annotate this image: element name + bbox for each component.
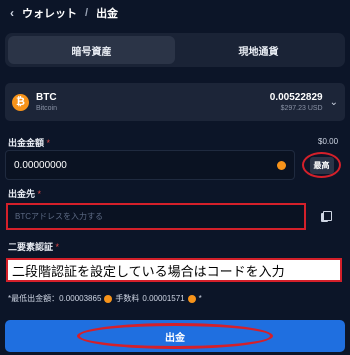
amount-row: 0.00000000 最高 xyxy=(5,150,345,180)
tfa-input[interactable]: 二段階認証を設定している場合はコードを入力 xyxy=(6,258,342,282)
bitcoin-icon: ₿ xyxy=(12,93,29,111)
paste-button[interactable] xyxy=(314,205,336,227)
bitcoin-icon xyxy=(277,160,286,170)
tfa-label-text: 二要素認証 xyxy=(8,242,54,252)
required-mark: * xyxy=(55,242,60,252)
bitcoin-icon xyxy=(187,294,196,303)
coin-name: Bitcoin xyxy=(36,105,58,112)
coin-balance-usd: $297.23 USD xyxy=(280,105,323,112)
address-placeholder: BTCアドレスを入力する xyxy=(15,212,103,221)
max-button[interactable]: 最高 xyxy=(302,152,341,178)
coin-balance: 0.00522829 xyxy=(269,92,323,103)
fee-prefix: *最低出金額： xyxy=(8,294,60,303)
required-mark: * xyxy=(46,138,51,148)
breadcrumb-separator: / xyxy=(85,7,89,19)
amount-input[interactable]: 0.00000000 xyxy=(5,150,295,180)
currency-tabs: 暗号資産 現地通貨 xyxy=(5,33,345,67)
chevron-down-icon[interactable]: ⌄ xyxy=(330,97,338,108)
amount-value: 0.00000000 xyxy=(14,159,67,171)
page-title: 出金 xyxy=(96,8,119,20)
coin-selector[interactable]: ₿ BTC Bitcoin 0.00522829 $297.23 USD ⌄ xyxy=(5,83,345,121)
min-withdrawal: 0.00003865 xyxy=(59,294,102,303)
coin-balance-block: 0.00522829 $297.23 USD xyxy=(270,92,323,112)
withdraw-button-label: 出金 xyxy=(165,332,185,344)
fee-suffix: * xyxy=(198,294,202,303)
address-input[interactable]: BTCアドレスを入力する xyxy=(6,203,306,230)
withdraw-button[interactable]: 出金 xyxy=(5,320,345,352)
coin-symbol: BTC xyxy=(36,92,57,103)
bitcoin-icon xyxy=(104,294,113,303)
tab-crypto[interactable]: 暗号資産 xyxy=(8,36,175,64)
clipboard-icon xyxy=(320,210,332,222)
available-balance: $0.00 xyxy=(318,137,339,146)
amount-label-text: 出金金額 xyxy=(8,138,45,148)
chevron-left-icon[interactable]: ‹ xyxy=(10,6,22,20)
fee-value: 0.00001571 xyxy=(142,294,185,303)
address-label-text: 出金先 xyxy=(8,189,36,199)
required-mark: * xyxy=(37,189,42,199)
breadcrumb-wallet[interactable]: ウォレット xyxy=(22,5,77,21)
coin-names: BTC Bitcoin xyxy=(36,92,57,112)
tfa-annotation-text: 二段階認証を設定している場合はコードを入力 xyxy=(12,263,285,279)
tfa-label: 二要素認証 * xyxy=(8,240,59,253)
tab-fiat[interactable]: 現地通貨 xyxy=(175,36,342,64)
address-label: 出金先 * xyxy=(8,187,41,200)
fee-label: 手数料 xyxy=(115,294,140,303)
fee-info: *最低出金額： 0.00003865 手数料 0.00001571 * xyxy=(8,293,202,304)
max-button-label: 最高 xyxy=(309,156,334,174)
page-header: ‹ ウォレット / 出金 xyxy=(10,6,118,20)
amount-label: 出金金額 * xyxy=(8,136,50,149)
